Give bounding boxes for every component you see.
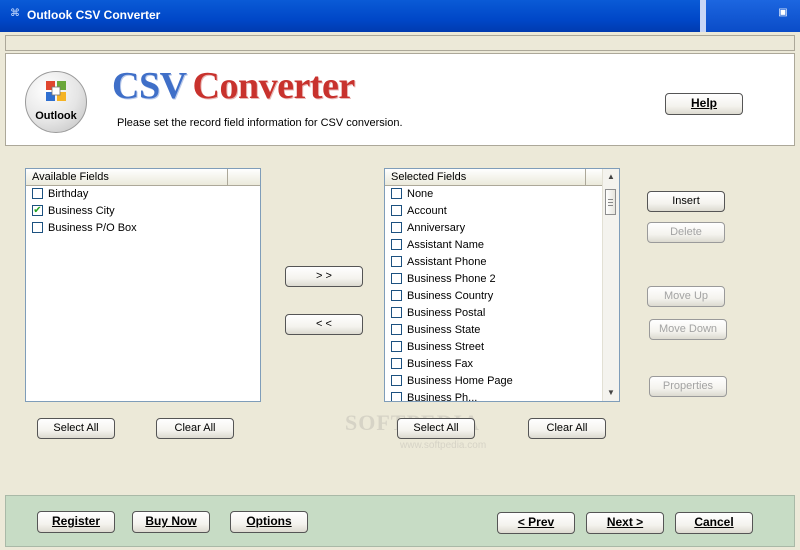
watermark-url: www.softpedia.com [400, 440, 487, 451]
scroll-down-icon[interactable]: ▼ [603, 386, 619, 400]
checkbox[interactable] [32, 221, 43, 233]
selected-field-item[interactable]: Business Street [385, 339, 603, 356]
selected-fields-list[interactable]: Selected Fields None Account Anniversary As… [384, 168, 620, 402]
brand-converter: Converter [192, 65, 356, 107]
checkbox[interactable] [391, 357, 402, 369]
selected-field-item[interactable]: Anniversary [385, 220, 603, 237]
selected-field-item[interactable]: Business Country [385, 288, 603, 305]
available-clear-all-button[interactable]: Clear All [156, 418, 234, 439]
selected-field-item[interactable]: Assistant Phone [385, 254, 603, 271]
checkbox[interactable] [391, 340, 402, 352]
available-fields-header-label: Available Fields [32, 171, 109, 183]
selected-field-item-label: Business Phone 2 [407, 273, 496, 285]
instruction-text: Please set the record field information … [117, 117, 403, 129]
selected-field-item-label: Assistant Name [407, 239, 485, 251]
properties-button[interactable]: Properties [649, 376, 727, 397]
selected-field-item-label: Business State [407, 324, 481, 336]
checkbox[interactable] [391, 323, 402, 335]
selected-fields-header-label: Selected Fields [391, 171, 467, 183]
selected-field-item-label: Account [407, 205, 447, 217]
help-button[interactable]: Help [665, 93, 743, 115]
window-title: Outlook CSV Converter [27, 8, 161, 22]
selected-fields-header[interactable]: Selected Fields [385, 169, 603, 186]
available-fields-header[interactable]: Available Fields [26, 169, 260, 186]
selected-field-item-label: Business Fax [407, 358, 474, 370]
add-field-button[interactable]: > > [285, 266, 363, 287]
available-fields-list[interactable]: Available Fields Birthday ✔ Business City B… [25, 168, 261, 402]
selected-fields-rows: None Account Anniversary Assistant Name Assi… [385, 186, 603, 402]
checkbox[interactable] [391, 306, 402, 318]
menu-bar [5, 35, 795, 51]
remove-field-button[interactable]: < < [285, 314, 363, 335]
buy-now-button[interactable]: Buy Now [132, 511, 210, 533]
selected-field-item[interactable]: Business State [385, 322, 603, 339]
selected-field-item[interactable]: Business Phone 2 [385, 271, 603, 288]
checkbox[interactable] [391, 204, 402, 216]
column-separator[interactable] [585, 169, 586, 185]
options-button[interactable]: Options [230, 511, 308, 533]
checkbox[interactable] [391, 272, 402, 284]
selected-field-item[interactable]: Business Postal [385, 305, 603, 322]
scroll-thumb[interactable] [605, 189, 616, 215]
brand-csv: CSV [112, 65, 187, 107]
checkbox[interactable] [391, 289, 402, 301]
selected-field-item[interactable]: None [385, 186, 603, 203]
selected-field-item-label: Assistant Phone [407, 256, 487, 268]
move-down-button[interactable]: Move Down [649, 319, 727, 340]
available-field-item-label: Business City [48, 205, 115, 217]
selected-field-item-label: Business Country [407, 290, 494, 302]
selected-clear-all-button[interactable]: Clear All [528, 418, 606, 439]
selected-field-item-label: None [407, 188, 434, 200]
logo-caption: Outlook [35, 110, 77, 122]
selected-field-item[interactable]: Business Home Page [385, 373, 603, 390]
checkbox[interactable] [391, 391, 402, 401]
checkbox[interactable] [391, 187, 402, 199]
checkbox[interactable] [391, 238, 402, 250]
next-button[interactable]: Next > [586, 512, 664, 534]
selected-field-item-label: Business Postal [407, 307, 486, 319]
move-up-button[interactable]: Move Up [647, 286, 725, 307]
available-field-item[interactable]: Business P/O Box [26, 220, 260, 237]
brand-title: CSV Converter [112, 64, 355, 108]
selected-fields-scrollbar[interactable]: ▲ ▼ [602, 169, 619, 401]
app-menu-icon[interactable]: ⌘ [9, 8, 21, 20]
available-field-item-label: Business P/O Box [48, 222, 137, 234]
cancel-button[interactable]: Cancel [675, 512, 753, 534]
selected-field-item-label: Business Home Page [407, 375, 513, 387]
selected-field-item[interactable]: Business Fax [385, 356, 603, 373]
selected-field-item[interactable]: Business Ph... [385, 390, 603, 402]
selected-field-item-label: Anniversary [407, 222, 466, 234]
checkbox[interactable]: ✔ [32, 204, 43, 216]
delete-button[interactable]: Delete [647, 222, 725, 243]
checkbox[interactable] [391, 221, 402, 233]
column-separator[interactable] [227, 169, 228, 185]
office-logo-icon [46, 81, 66, 101]
selected-field-item-label: Business Street [407, 341, 485, 353]
selected-field-item-label: Business Ph... [407, 392, 478, 402]
checkbox[interactable] [391, 255, 402, 267]
scroll-up-icon[interactable]: ▲ [603, 170, 619, 184]
checkbox[interactable] [32, 187, 43, 199]
available-select-all-button[interactable]: Select All [37, 418, 115, 439]
prev-button[interactable]: < Prev [497, 512, 575, 534]
selected-field-item[interactable]: Assistant Name [385, 237, 603, 254]
available-field-item[interactable]: Birthday [26, 186, 260, 203]
register-button[interactable]: Register [37, 511, 115, 533]
available-fields-rows: Birthday ✔ Business City Business P/O Box [26, 186, 260, 237]
close-icon[interactable]: ▣ [776, 6, 790, 20]
checkbox[interactable] [391, 374, 402, 386]
selected-field-item[interactable]: Account [385, 203, 603, 220]
available-field-item[interactable]: ✔ Business City [26, 203, 260, 220]
available-field-item-label: Birthday [48, 188, 89, 200]
selected-select-all-button[interactable]: Select All [397, 418, 475, 439]
insert-button[interactable]: Insert [647, 191, 725, 212]
